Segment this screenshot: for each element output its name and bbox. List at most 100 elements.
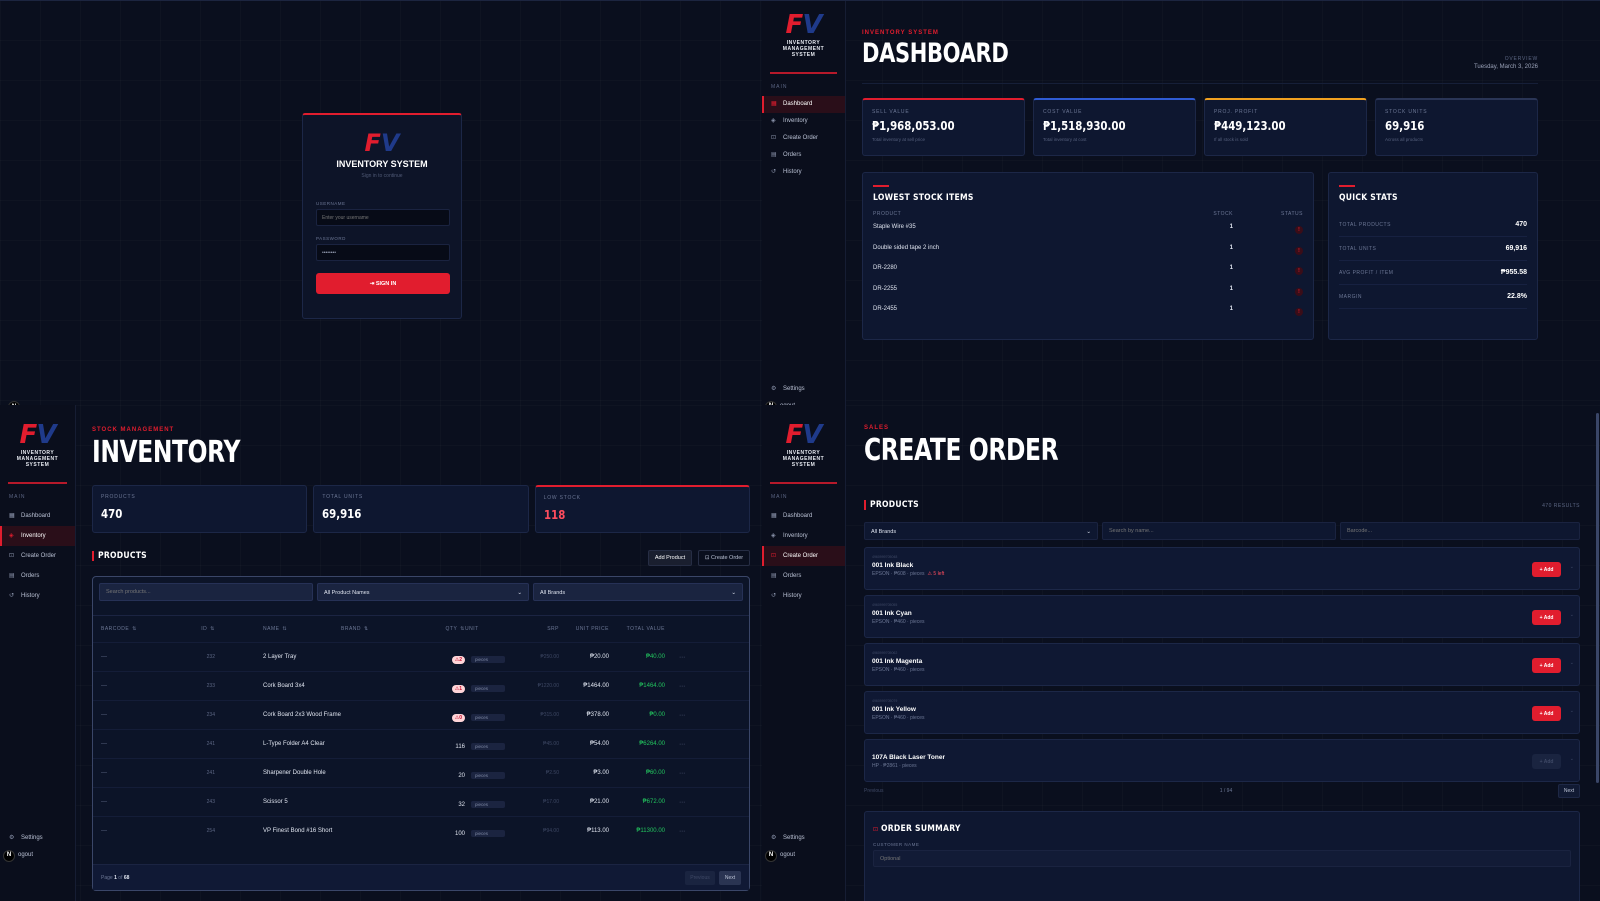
stat-value: ₱449,123.00 [1214, 119, 1286, 133]
history-icon: ↺ [771, 592, 777, 599]
brand-filter[interactable]: All Brands ⌄ [533, 583, 743, 601]
quick-stat-value: ₱955.58 [1500, 269, 1527, 276]
column-header[interactable]: BARCODE ⇅ [101, 626, 185, 632]
sidebar-item-settings[interactable]: ⚙ Settings [762, 830, 845, 847]
product-name-filter[interactable]: All Product Names ⌄ [317, 583, 529, 601]
order-previous-button[interactable]: Previous [864, 784, 894, 798]
order-product-item[interactable]: 4960999705079 001 Ink Yellow EPSON · ₱460 … [864, 691, 1580, 734]
unit-pill: pieces [471, 830, 505, 837]
table-row[interactable]: — 241 L-Type Folder A4 Clear 116 pieces ₱45.0… [93, 729, 749, 758]
order-product-item[interactable]: 4960999705055 001 Ink Cyan EPSON · ₱460 · … [864, 595, 1580, 638]
column-header: SRP [525, 626, 559, 632]
login-screen: FV INVENTORY SYSTEM Sign in to continue … [0, 0, 762, 405]
password-input[interactable]: •••••••• [316, 244, 450, 261]
sidebar-item-settings[interactable]: ⚙ Settings [762, 381, 845, 398]
sidebar-item-logout[interactable]: Nogout [762, 398, 845, 405]
sidebar-item-history[interactable]: ↺ History [762, 164, 845, 181]
sidebar-item-inventory[interactable]: ◈ Inventory [762, 113, 845, 130]
sidebar-item-create-order[interactable]: ⊡ Create Order [762, 546, 845, 566]
filter-value: All Brands [871, 529, 897, 535]
more-icon[interactable]: ⋯ [665, 712, 685, 719]
more-icon[interactable]: ⋯ [665, 741, 685, 748]
table-row[interactable]: DR-2455 1! [873, 299, 1303, 320]
scrollbar[interactable] [1596, 413, 1599, 783]
order-next-button[interactable]: Next [1558, 784, 1580, 798]
next-badge[interactable]: N [3, 849, 15, 862]
more-icon[interactable]: ⋯ [665, 654, 685, 661]
sidebar-item-logout[interactable]: Nogout [762, 847, 845, 864]
add-to-order-button[interactable]: + Add [1532, 562, 1561, 577]
column-header[interactable]: QTY ⇅ [423, 626, 465, 632]
next-badge[interactable]: N [765, 849, 777, 862]
add-product-button[interactable]: Add Product [648, 550, 692, 566]
login-card: FV INVENTORY SYSTEM Sign in to continue … [302, 113, 462, 319]
sidebar-item-settings[interactable]: ⚙ Settings [0, 830, 75, 847]
table-row[interactable]: Staple Wire #35 1! [873, 217, 1303, 238]
sidebar-item-orders[interactable]: ▤ Orders [0, 566, 75, 586]
logo-f: F [785, 420, 804, 450]
table-row[interactable]: — 234 Cork Board 2x3 Wood Frame ⚠0 pieces ₱31… [93, 700, 749, 729]
table-row[interactable]: — 233 Cork Board 3x4 ⚠1 pieces ₱1220.00 ₱1464.… [93, 671, 749, 700]
srp-cell: ₱250.00 [540, 654, 559, 660]
username-input[interactable] [316, 209, 450, 226]
sidebar-item-logout[interactable]: Nogout [0, 847, 75, 864]
table-row[interactable]: Double sided tape 2 inch 1! [873, 238, 1303, 259]
sidebar-item-orders[interactable]: ▤ Orders [762, 566, 845, 586]
column-header[interactable]: NAME ⇅ [215, 626, 341, 632]
order-product-item[interactable]: 4960999705062 001 Ink Magenta EPSON · ₱460… [864, 643, 1580, 686]
add-to-order-button[interactable]: + Add [1532, 706, 1561, 721]
column-header-label: NAME [263, 626, 280, 632]
sidebar-item-orders[interactable]: ▤ Orders [762, 147, 845, 164]
previous-page-button[interactable]: Previous [685, 870, 715, 885]
section-accent [873, 185, 889, 187]
table-row[interactable]: — 243 Scissor 5 32 pieces ₱17.00 ₱21.00 ₱672.00… [93, 787, 749, 816]
table-row[interactable]: — 241 Sharpener Double Hole 20 pieces ₱2.50 ₱3… [93, 758, 749, 787]
sidebar-item-label: Dashboard [21, 512, 51, 519]
customer-name-input[interactable] [873, 850, 1571, 867]
add-to-order-button[interactable]: + Add [1532, 610, 1561, 625]
quick-stats-rows: TOTAL PRODUCTS 470 TOTAL UNITS 69,916 AVG PR… [1339, 213, 1527, 309]
logo-divider [770, 72, 837, 74]
more-icon[interactable]: ⋯ [665, 828, 685, 835]
search-products-input[interactable] [99, 583, 313, 601]
sidebar-item-create-order[interactable]: ⊡ Create Order [0, 546, 75, 566]
more-icon[interactable]: ⋯ [665, 683, 685, 690]
page-title: INVENTORY [92, 435, 241, 470]
unit-pill: pieces [471, 714, 505, 721]
table-row[interactable]: DR-2280 1! [873, 258, 1303, 279]
more-icon[interactable]: ⋯ [665, 770, 685, 777]
column-header[interactable]: BRAND ⇅ [341, 626, 423, 632]
column-header-label: TOTAL VALUE [626, 626, 665, 632]
order-product-item[interactable]: 107A Black Laser Toner HP · ₱2861 · piece… [864, 739, 1580, 782]
sidebar-item-create-order[interactable]: ⊡ Create Order [762, 130, 845, 147]
order-products-header: PRODUCTS [864, 500, 928, 510]
barcode-input[interactable] [1340, 522, 1580, 540]
stat-card-total-units: TOTAL UNITS 69,916 [313, 485, 529, 533]
sidebar-item-dashboard[interactable]: ▦ Dashboard [0, 506, 75, 526]
chevron-down-icon: ⌄ [1569, 660, 1574, 666]
create-order-button[interactable]: ⊡ Create Order [698, 550, 750, 566]
sidebar-item-label: Settings [21, 835, 43, 841]
more-icon[interactable]: ⋯ [665, 799, 685, 806]
add-to-order-button[interactable]: + Add [1532, 658, 1561, 673]
unit-price-cell: ₱378.00 [586, 712, 609, 718]
column-header[interactable]: ID ⇅ [185, 626, 215, 632]
table-row[interactable]: — 254 VP Finest Bond #16 Short 100 pieces ₱94… [93, 816, 749, 845]
add-to-order-button[interactable]: + Add [1532, 754, 1561, 769]
cart-icon: ⊡ [771, 135, 777, 141]
sidebar-item-inventory[interactable]: ◈ Inventory [0, 526, 75, 546]
sidebar-item-dashboard[interactable]: ▦ Dashboard [762, 96, 845, 113]
order-brand-filter[interactable]: All Brands ⌄ [864, 522, 1098, 540]
sidebar-item-inventory[interactable]: ◈ Inventory [762, 526, 845, 546]
sidebar-item-history[interactable]: ↺ History [0, 586, 75, 606]
sidebar-item-history[interactable]: ↺ History [762, 586, 845, 606]
sidebar-item-dashboard[interactable]: ▦ Dashboard [762, 506, 845, 526]
order-product-item[interactable]: 4960999705048 001 Ink Black EPSON · ₱608 ·… [864, 547, 1580, 590]
table-row[interactable]: DR-2255 1! [873, 279, 1303, 300]
order-search-input[interactable] [1102, 522, 1336, 540]
logo-v: V [802, 420, 822, 450]
table-row[interactable]: — 232 2 Layer Tray ⚠2 pieces ₱250.00 ₱20.00 ₱40… [93, 642, 749, 671]
sign-in-button[interactable]: ⇥ SIGN IN [316, 273, 450, 294]
next-page-button[interactable]: Next [719, 870, 741, 885]
product-meta: EPSON · ₱460 · pieces [872, 619, 1572, 625]
